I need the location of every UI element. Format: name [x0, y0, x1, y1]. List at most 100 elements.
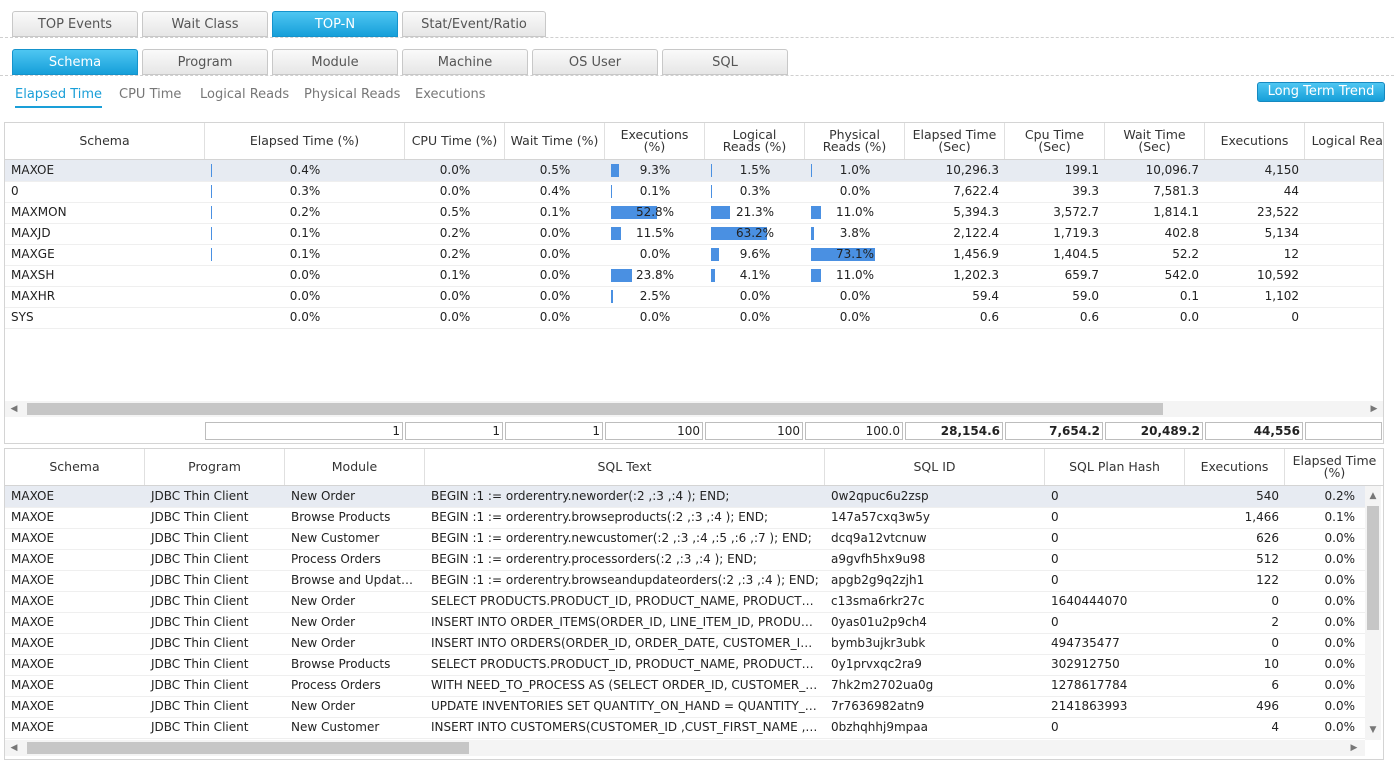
sql-plan-hash-cell: 0 [1051, 615, 1059, 629]
table-row[interactable]: MAXJD 0.1% 0.2% 0.0% 11.5% 63.2% 3.8% 2,122.4 1,… [5, 223, 1383, 245]
tab-top-n[interactable]: TOP-N [272, 11, 398, 37]
column-header-executions[interactable]: Executions (%) [605, 123, 705, 159]
module-cell: New Order [291, 489, 356, 503]
total-cell: 28,154.6 [905, 422, 1003, 440]
table-row[interactable]: 0 0.3% 0.0% 0.4% 0.1% 0.3% 0.0% 7,622.4 39.3 7,58… [5, 181, 1383, 203]
tab-schema[interactable]: Schema [12, 49, 138, 75]
schema-cell: MAXOE [11, 720, 55, 734]
table-row[interactable]: MAXGE 0.1% 0.2% 0.0% 0.0% 9.6% 73.1% 1,456.9 1,4… [5, 244, 1383, 266]
elapsed-pct-cell: 0.0% [1324, 531, 1356, 545]
column-header-elapsed-time[interactable]: Elapsed Time (%) [205, 123, 405, 159]
sql-grid-vscrollbar[interactable]: ▲ ▼ [1365, 486, 1381, 740]
column-header-schema[interactable]: Schema [5, 449, 145, 485]
elapsed-pct-cell: 0.3% [205, 181, 405, 202]
column-header-logical-reads[interactable]: Logical Reads [1305, 123, 1383, 159]
scrollbar-thumb[interactable] [1367, 506, 1379, 630]
table-row[interactable]: MAXHR 0.0% 0.0% 0.0% 2.5% 0.0% 0.0% 59.4 59.0 0.1… [5, 286, 1383, 308]
elapsed-pct-cell: 0.2% [1324, 489, 1356, 503]
module-cell: Process Orders [291, 552, 381, 566]
table-row[interactable]: MAXOE JDBC Thin Client New Customer INSERT … [5, 717, 1365, 739]
column-header-physical-reads[interactable]: Physical Reads (%) [805, 123, 905, 159]
column-header-elapsed-time[interactable]: Elapsed Time (%) [1285, 449, 1383, 485]
column-header-wait-time[interactable]: Wait Time (%) [505, 123, 605, 159]
logical-reads-pct-cell: 4.1% [705, 265, 805, 286]
table-row[interactable]: MAXOE JDBC Thin Client Process Orders BEGIN… [5, 549, 1365, 571]
table-row[interactable]: MAXOE JDBC Thin Client New Order INSERT INT… [5, 633, 1365, 655]
table-row[interactable]: MAXOE JDBC Thin Client New Order UPDATE INV… [5, 696, 1365, 718]
scroll-down-icon[interactable]: ▼ [1366, 722, 1380, 738]
elapsed-pct-cell: 0.0% [1324, 699, 1356, 713]
module-cell: New Customer [291, 531, 380, 545]
column-header-wait-time-sec[interactable]: Wait Time (Sec) [1105, 123, 1205, 159]
subtab-physical-reads[interactable]: Physical Reads [304, 86, 400, 106]
tab-stat-event-ratio[interactable]: Stat/Event/Ratio [402, 11, 546, 37]
column-header-cpu-time-sec[interactable]: Cpu Time (Sec) [1005, 123, 1105, 159]
scroll-right-icon[interactable]: ▶ [1347, 740, 1361, 756]
cpu-sec-cell-text: 39.3 [1072, 184, 1099, 198]
table-row[interactable]: MAXOE JDBC Thin Client New Order BEGIN :1 :… [5, 486, 1365, 508]
physical-reads-pct-cell-text: 3.8% [839, 226, 871, 240]
wait-sec-cell-text: 542.0 [1164, 268, 1199, 282]
table-row[interactable]: MAXOE 0.4% 0.0% 0.5% 9.3% 1.5% 1.0% 10,296.3 199… [5, 160, 1383, 182]
table-row[interactable]: MAXOE JDBC Thin Client New Customer BEGIN :… [5, 528, 1365, 550]
tab-machine[interactable]: Machine [402, 49, 528, 75]
subtab-elapsed-time[interactable]: Elapsed Time [15, 86, 103, 108]
column-header-sql-text[interactable]: SQL Text [425, 449, 825, 485]
subtab-logical-reads[interactable]: Logical Reads [200, 86, 289, 106]
long-term-trend-button[interactable]: Long Term Trend [1257, 82, 1385, 102]
table-row[interactable]: MAXOE JDBC Thin Client New Order SELECT PRO… [5, 591, 1365, 613]
schema-grid-header: Schema Elapsed Time (%) CPU Time (%) Wait T… [5, 123, 1383, 160]
table-row[interactable]: MAXMON 0.2% 0.5% 0.1% 52.8% 21.3% 11.0% 5,394.3… [5, 202, 1383, 224]
executions-cell: 496 [1256, 699, 1279, 713]
scrollbar-thumb[interactable] [27, 742, 469, 754]
scroll-up-icon[interactable]: ▲ [1366, 488, 1380, 504]
sql-plan-hash-cell: 0 [1051, 720, 1059, 734]
table-row[interactable]: MAXOE JDBC Thin Client New Order INSERT INT… [5, 612, 1365, 634]
tab-sql[interactable]: SQL [662, 49, 788, 75]
tab-os-user[interactable]: OS User [532, 49, 658, 75]
elapsed-sec-cell: 0.6 [905, 307, 1005, 328]
sql-grid-header: Schema Program Module SQL Text SQL ID SQL Pla… [5, 449, 1383, 486]
column-header-cpu-time[interactable]: CPU Time (%) [405, 123, 505, 159]
column-header-schema[interactable]: Schema [5, 123, 205, 159]
physical-reads-pct-cell-text: 73.1% [835, 247, 875, 261]
physical-reads-pct-cell: 11.0% [805, 265, 905, 286]
tab-program[interactable]: Program [142, 49, 268, 75]
column-header-sql-plan-hash[interactable]: SQL Plan Hash [1045, 449, 1185, 485]
column-header-sql-id[interactable]: SQL ID [825, 449, 1045, 485]
subtab-cpu-time[interactable]: CPU Time [119, 86, 181, 106]
schema-cell-text: 0 [11, 184, 19, 198]
scrollbar-thumb[interactable] [27, 403, 1163, 415]
module-cell: New Order [291, 615, 356, 629]
column-header-module[interactable]: Module [285, 449, 425, 485]
sql-plan-hash-cell: 1278617784 [1051, 678, 1128, 692]
column-header-logical-reads[interactable]: Logical Reads (%) [705, 123, 805, 159]
schema-grid-hscrollbar[interactable]: ◀ ▶ [5, 401, 1383, 417]
table-row[interactable]: MAXSH 0.0% 0.1% 0.0% 23.8% 4.1% 11.0% 1,202.3 65… [5, 265, 1383, 287]
subtab-executions[interactable]: Executions [415, 86, 486, 106]
schema-cell: MAXOE [11, 636, 55, 650]
table-row[interactable]: MAXOE JDBC Thin Client Browse Products BEGI… [5, 507, 1365, 529]
tab-top-events[interactable]: TOP Events [12, 11, 138, 37]
table-row[interactable]: MAXOE JDBC Thin Client Browse Products SELE… [5, 654, 1365, 676]
sql-plan-hash-cell: 494735477 [1051, 636, 1120, 650]
column-header-executions[interactable]: Executions [1185, 449, 1285, 485]
column-header-program[interactable]: Program [145, 449, 285, 485]
column-header-executions[interactable]: Executions [1205, 123, 1305, 159]
table-row[interactable]: MAXOE JDBC Thin Client Process Orders WITH … [5, 675, 1365, 697]
tab-wait-class[interactable]: Wait Class [142, 11, 268, 37]
scroll-left-icon[interactable]: ◀ [7, 740, 21, 756]
tab-module[interactable]: Module [272, 49, 398, 75]
wait-sec-cell: 1,814.1 [1105, 202, 1205, 223]
table-row[interactable]: SYS 0.0% 0.0% 0.0% 0.0% 0.0% 0.0% 0.6 0.6 0.0 0 [5, 307, 1383, 329]
executions-cell: 1,102 [1205, 286, 1305, 307]
sql-id-cell: 0w2qpuc6u2zsp [831, 489, 929, 503]
scroll-right-icon[interactable]: ▶ [1367, 401, 1381, 417]
schema-cell-text: SYS [11, 310, 34, 324]
schema-cell: MAXOE [11, 657, 55, 671]
table-row[interactable]: MAXOE JDBC Thin Client Browse and Update O… [5, 570, 1365, 592]
column-header-elapsed-time-sec[interactable]: Elapsed Time (Sec) [905, 123, 1005, 159]
scroll-left-icon[interactable]: ◀ [7, 401, 21, 417]
percent-bar [211, 185, 212, 198]
sql-grid-hscrollbar[interactable]: ◀ ▶ [5, 740, 1365, 756]
